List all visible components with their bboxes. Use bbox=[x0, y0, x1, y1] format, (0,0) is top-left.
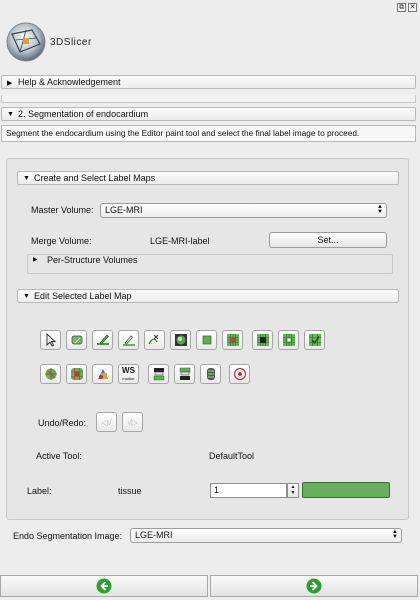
separator bbox=[1, 95, 416, 103]
endo-segmentation-label: Endo Segmentation Image: bbox=[13, 531, 123, 541]
ws-text: WS bbox=[122, 365, 135, 375]
grow-cut-icon[interactable] bbox=[229, 364, 250, 384]
label-value-input[interactable]: 1 bbox=[210, 483, 287, 498]
help-section-label: Help & Acknowledgement bbox=[18, 77, 121, 87]
label-spinbox-arrows-icon[interactable]: ▲ ▼ bbox=[287, 483, 299, 498]
back-button[interactable] bbox=[0, 575, 208, 597]
label-maps-header[interactable]: ▼ Create and Select Label Maps bbox=[17, 171, 399, 185]
collapse-arrow-icon: ▼ bbox=[23, 175, 30, 182]
updown-icon: ▲ ▼ bbox=[392, 529, 398, 540]
default-tool-icon[interactable] bbox=[40, 330, 61, 350]
master-volume-label: Master Volume: bbox=[31, 205, 94, 215]
endo-segmentation-value: LGE-MRI bbox=[135, 530, 173, 540]
active-tool-value: DefaultTool bbox=[209, 451, 255, 461]
undo-redo-label: Undo/Redo: bbox=[38, 418, 87, 428]
collapse-arrow-icon: ▼ bbox=[23, 293, 30, 300]
paint-icon[interactable] bbox=[92, 330, 113, 350]
master-volume-value: LGE-MRI bbox=[105, 205, 143, 215]
next-arrow-icon bbox=[306, 578, 322, 594]
step-section-header[interactable]: ▼ 2. Segmentation of endocardium bbox=[1, 107, 416, 121]
slicer-logo-icon bbox=[2, 18, 50, 66]
dilate-icon[interactable] bbox=[252, 330, 273, 350]
merge-volume-value: LGE-MRI-label bbox=[150, 236, 210, 246]
level-tracing-icon[interactable] bbox=[144, 330, 165, 350]
step-description: Segment the endocardium using the Editor… bbox=[1, 125, 416, 142]
label-maps-header-label: Create and Select Label Maps bbox=[34, 173, 156, 183]
edit-label-map-header[interactable]: ▼ Edit Selected Label Map bbox=[17, 289, 399, 303]
merge-volume-label: Merge Volume: bbox=[31, 236, 92, 246]
draw-icon[interactable] bbox=[118, 330, 139, 350]
fast-marching-icon[interactable] bbox=[174, 364, 195, 384]
identify-islands-icon[interactable] bbox=[40, 364, 61, 384]
active-tool-label: Active Tool: bbox=[36, 451, 82, 461]
expand-arrow-icon[interactable]: ▶ bbox=[33, 256, 38, 263]
label-field-label: Label: bbox=[27, 486, 52, 496]
change-label-icon[interactable] bbox=[148, 364, 169, 384]
erode-icon[interactable] bbox=[278, 330, 299, 350]
master-volume-select[interactable]: LGE-MRI ▲ ▼ bbox=[100, 203, 387, 218]
label-color-button[interactable] bbox=[302, 482, 390, 498]
float-window-button[interactable]: ⧉ bbox=[397, 3, 406, 12]
set-merge-volume-button[interactable]: Set... bbox=[269, 232, 387, 248]
redo-button[interactable]: √▷ bbox=[122, 412, 143, 432]
next-button[interactable] bbox=[210, 575, 418, 597]
step-section-label: 2. Segmentation of endocardium bbox=[18, 109, 149, 119]
erase-label-icon[interactable] bbox=[66, 330, 87, 350]
undo-button[interactable]: ◁√ bbox=[96, 412, 117, 432]
rectangle-icon[interactable] bbox=[196, 330, 217, 350]
expand-arrow-icon: ▶ bbox=[7, 80, 13, 87]
back-arrow-icon bbox=[96, 578, 112, 594]
ws-subtext: marker bbox=[122, 375, 135, 381]
save-island-icon[interactable] bbox=[92, 364, 113, 384]
updown-icon: ▲ ▼ bbox=[377, 204, 383, 215]
change-island-icon[interactable] bbox=[304, 330, 325, 350]
image-region-icon[interactable] bbox=[170, 330, 191, 350]
threshold-icon[interactable] bbox=[222, 330, 243, 350]
remove-islands-icon[interactable] bbox=[66, 364, 87, 384]
help-section-header[interactable]: ▶ Help & Acknowledgement bbox=[1, 75, 416, 89]
label-name: tissue bbox=[118, 486, 142, 496]
per-structure-volumes-toggle[interactable]: Per-Structure Volumes bbox=[45, 255, 140, 265]
edit-label-map-header-label: Edit Selected Label Map bbox=[34, 291, 132, 301]
close-window-button[interactable]: ✕ bbox=[408, 3, 417, 12]
endo-segmentation-select[interactable]: LGE-MRI ▲ ▼ bbox=[130, 528, 402, 543]
make-model-icon[interactable] bbox=[200, 364, 221, 384]
app-logo-text: 3DSlicer bbox=[50, 37, 92, 48]
collapse-arrow-icon: ▼ bbox=[7, 111, 14, 118]
wand-icon[interactable]: WS marker bbox=[118, 364, 139, 384]
